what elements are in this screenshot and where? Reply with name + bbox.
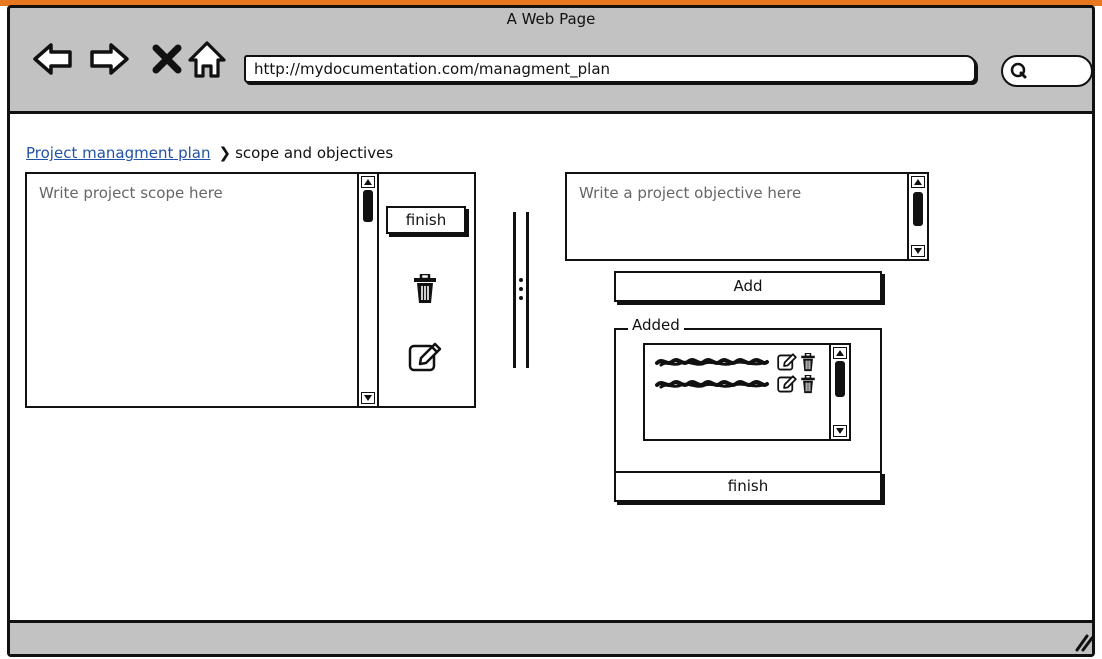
objective-scrollbar[interactable] xyxy=(907,174,927,259)
search-input[interactable] xyxy=(1001,55,1093,87)
back-arrow-icon[interactable] xyxy=(32,38,74,80)
added-list-scroll-thumb[interactable] xyxy=(835,361,845,397)
search-icon xyxy=(1010,62,1027,79)
list-item[interactable] xyxy=(653,374,821,394)
scope-textarea[interactable]: Write project scope here xyxy=(25,172,379,408)
splitter-handle[interactable] xyxy=(516,276,526,302)
scroll-down-icon[interactable] xyxy=(911,245,925,257)
scroll-up-icon[interactable] xyxy=(833,347,847,359)
breadcrumb-current: scope and objectives xyxy=(235,144,394,162)
added-objectives-list xyxy=(643,343,851,441)
edit-icon[interactable] xyxy=(408,342,442,374)
trash-icon[interactable] xyxy=(412,274,438,304)
redacted-text-icon xyxy=(655,380,769,389)
breadcrumb-link-project-plan[interactable]: Project managment plan xyxy=(26,144,211,162)
scope-placeholder: Write project scope here xyxy=(39,184,223,202)
window-title: A Web Page xyxy=(506,10,596,28)
scroll-up-icon[interactable] xyxy=(361,176,375,188)
scope-actions-panel: finish xyxy=(377,172,476,408)
trash-icon[interactable] xyxy=(800,375,816,394)
objective-placeholder: Write a project objective here xyxy=(579,184,802,202)
edit-icon[interactable] xyxy=(777,375,797,394)
forward-arrow-icon[interactable] xyxy=(88,38,130,80)
added-legend: Added xyxy=(628,316,684,334)
chevron-right-icon: ❯ xyxy=(218,144,232,162)
scroll-down-icon[interactable] xyxy=(833,425,847,437)
edit-icon[interactable] xyxy=(777,353,797,372)
scope-scroll-thumb[interactable] xyxy=(363,190,373,222)
added-list-scrollbar[interactable] xyxy=(829,345,849,439)
scope-finish-button[interactable]: finish xyxy=(386,206,466,234)
breadcrumb: Project managment plan ❯ scope and objecti… xyxy=(26,144,393,162)
add-objective-button[interactable]: Add xyxy=(614,271,882,302)
close-icon[interactable] xyxy=(146,38,188,80)
scope-scrollbar[interactable] xyxy=(357,174,377,406)
scroll-up-icon[interactable] xyxy=(911,176,925,188)
resize-grip-icon[interactable] xyxy=(1073,630,1095,652)
list-item[interactable] xyxy=(653,352,821,372)
objectives-finish-button[interactable]: finish xyxy=(614,471,882,502)
objective-scroll-thumb[interactable] xyxy=(913,192,923,226)
scroll-down-icon[interactable] xyxy=(361,392,375,404)
home-icon[interactable] xyxy=(186,38,228,80)
splitter-line-right xyxy=(526,212,529,368)
redacted-text-icon xyxy=(655,358,769,367)
url-input[interactable]: http://mydocumentation.com/managment_pla… xyxy=(244,55,976,83)
trash-icon[interactable] xyxy=(800,353,816,372)
status-bar xyxy=(10,620,1092,654)
objective-textarea[interactable]: Write a project objective here xyxy=(565,172,929,261)
